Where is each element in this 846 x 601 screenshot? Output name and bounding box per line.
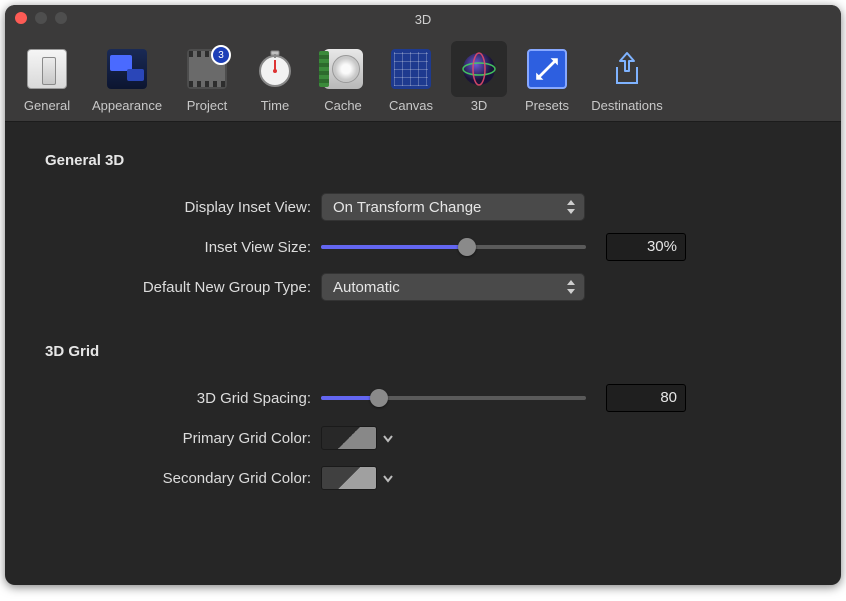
section-title-3d-grid: 3D Grid (41, 343, 805, 360)
tab-project[interactable]: 3 Project (173, 37, 241, 115)
value-inset-view-size[interactable]: 30% (606, 233, 686, 261)
value-3d-grid-spacing[interactable]: 80 (606, 384, 686, 412)
tab-appearance-label: Appearance (92, 98, 162, 113)
windows-icon (107, 49, 147, 89)
label-primary-grid-color: Primary Grid Color: (41, 430, 321, 447)
tab-cache-label: Cache (324, 98, 362, 113)
slider-fill (321, 245, 467, 249)
popup-arrows-icon (565, 199, 577, 215)
popup-display-inset-view[interactable]: On Transform Change (321, 193, 585, 221)
maximize-button[interactable] (55, 12, 67, 24)
tab-time[interactable]: Time (241, 37, 309, 115)
toolbar: General Appearance 3 Project Time (5, 33, 841, 122)
tab-presets-label: Presets (525, 98, 569, 113)
tab-canvas-label: Canvas (389, 98, 433, 113)
tab-project-label: Project (187, 98, 227, 113)
titlebar: 3D (5, 5, 841, 33)
preferences-window: 3D General Appearance 3 Project (5, 5, 841, 585)
slider-thumb[interactable] (370, 389, 388, 407)
tab-destinations[interactable]: Destinations (581, 37, 673, 115)
project-badge: 3 (211, 45, 231, 65)
tab-time-label: Time (261, 98, 289, 113)
color-well-secondary[interactable] (321, 466, 377, 490)
popup-display-inset-view-value: On Transform Change (333, 199, 481, 216)
slider-3d-grid-spacing[interactable] (321, 388, 586, 408)
window-title: 3D (415, 12, 432, 27)
share-icon (607, 49, 647, 89)
grid-icon (391, 49, 431, 89)
label-display-inset-view: Display Inset View: (41, 199, 321, 216)
popup-default-new-group-value: Automatic (333, 279, 400, 296)
label-default-new-group: Default New Group Type: (41, 279, 321, 296)
disclosure-secondary[interactable] (381, 471, 395, 485)
section-general-3d: General 3D Display Inset View: On Transf… (41, 152, 805, 307)
tab-appearance[interactable]: Appearance (81, 37, 173, 115)
panel-body: General 3D Display Inset View: On Transf… (5, 122, 841, 564)
sphere-icon (459, 49, 499, 89)
tab-general[interactable]: General (13, 37, 81, 115)
drive-icon (323, 49, 363, 89)
minimize-button[interactable] (35, 12, 47, 24)
window-controls (15, 12, 67, 24)
section-title-general-3d: General 3D (41, 152, 805, 169)
label-inset-view-size: Inset View Size: (41, 239, 321, 256)
switch-icon (27, 49, 67, 89)
popup-arrows-icon (565, 279, 577, 295)
slider-inset-view-size[interactable] (321, 237, 586, 257)
tab-presets[interactable]: Presets (513, 37, 581, 115)
popup-default-new-group[interactable]: Automatic (321, 273, 585, 301)
section-3d-grid: 3D Grid 3D Grid Spacing: 80 Primary Grid… (41, 343, 805, 498)
tab-3d-label: 3D (471, 98, 488, 113)
tab-destinations-label: Destinations (591, 98, 663, 113)
close-button[interactable] (15, 12, 27, 24)
tab-3d[interactable]: 3D (445, 37, 513, 115)
disclosure-primary[interactable] (381, 431, 395, 445)
label-secondary-grid-color: Secondary Grid Color: (41, 470, 321, 487)
slider-thumb[interactable] (458, 238, 476, 256)
label-3d-grid-spacing: 3D Grid Spacing: (41, 390, 321, 407)
expand-icon (527, 49, 567, 89)
tab-canvas[interactable]: Canvas (377, 37, 445, 115)
stopwatch-icon (255, 49, 295, 89)
color-well-primary[interactable] (321, 426, 377, 450)
filmstrip-icon: 3 (187, 49, 227, 89)
tab-general-label: General (24, 98, 70, 113)
tab-cache[interactable]: Cache (309, 37, 377, 115)
